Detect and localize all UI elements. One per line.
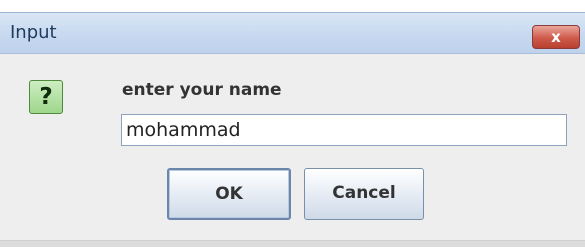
cancel-button[interactable]: Cancel	[304, 168, 424, 220]
prompt-label: enter your name	[122, 80, 282, 100]
close-icon: x	[551, 28, 561, 46]
window-top-edge	[0, 0, 585, 12]
input-dialog: Input x ? enter your name OK Cancel	[0, 0, 585, 247]
window-title: Input	[10, 22, 57, 43]
window-bottom-edge	[0, 240, 585, 247]
name-input[interactable]	[121, 114, 567, 146]
ok-button[interactable]: OK	[167, 168, 291, 220]
close-button[interactable]: x	[532, 25, 580, 49]
question-icon: ?	[29, 80, 63, 114]
title-bar[interactable]: Input x	[0, 12, 585, 54]
